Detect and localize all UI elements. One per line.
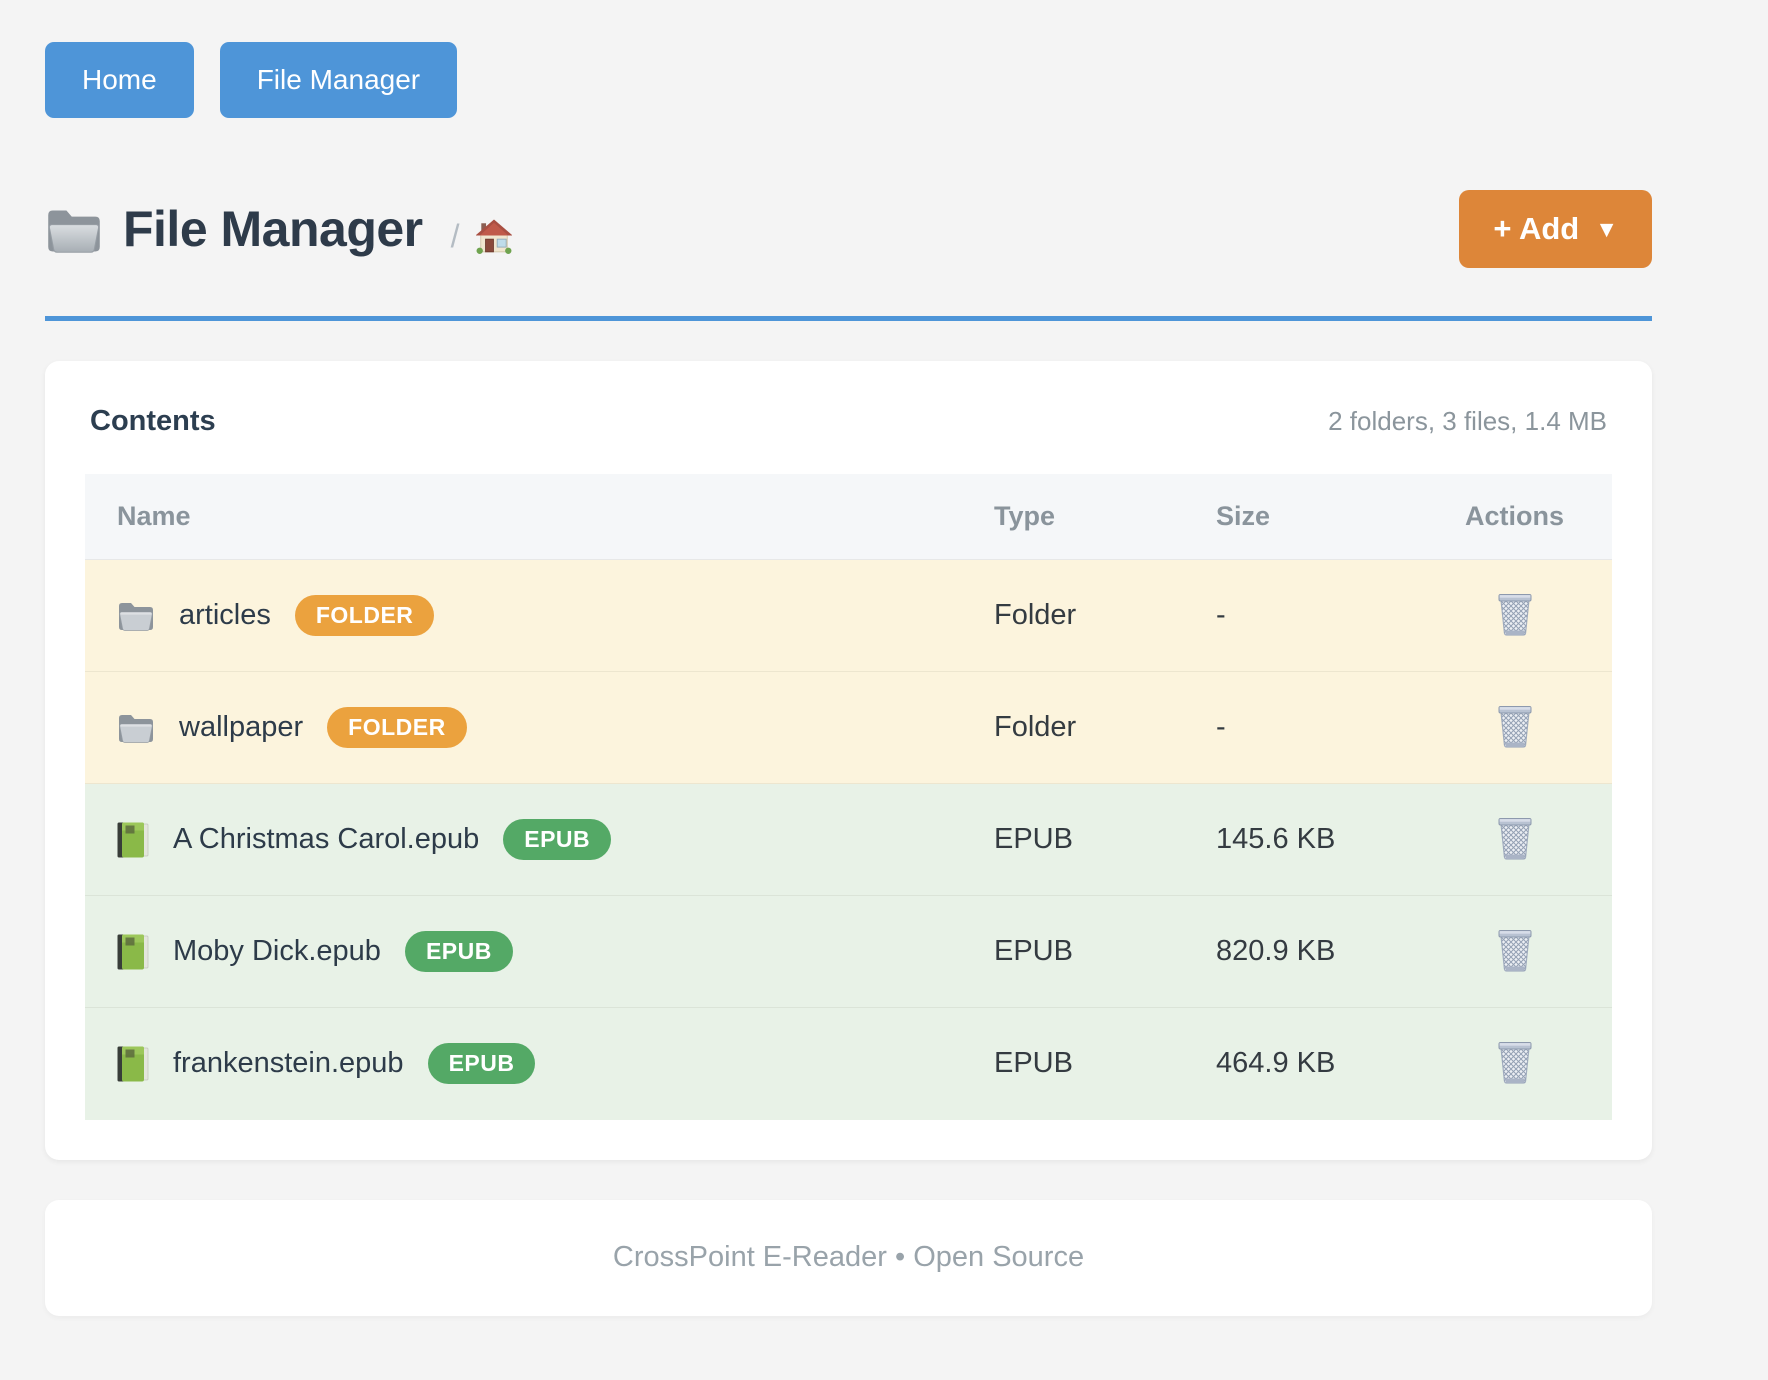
breadcrumb-separator: /	[451, 218, 460, 255]
top-nav: Home File Manager	[45, 42, 1652, 118]
column-header-size: Size	[1184, 474, 1417, 560]
type-cell: EPUB	[962, 784, 1184, 896]
contents-heading: Contents	[90, 405, 216, 438]
add-button[interactable]: + Add ▼	[1459, 190, 1652, 268]
header-divider	[45, 316, 1652, 321]
folder-icon	[117, 712, 155, 743]
file-table-head: Name Type Size Actions	[85, 474, 1612, 560]
size-cell: 464.9 KB	[1184, 1008, 1417, 1120]
contents-card: Contents 2 folders, 3 files, 1.4 MB Name…	[45, 361, 1652, 1160]
green-book-icon	[117, 1045, 149, 1083]
type-badge: EPUB	[405, 931, 513, 972]
green-book-icon	[117, 933, 149, 971]
add-button-label: + Add	[1493, 211, 1579, 247]
table-row: articles FOLDER Folder -	[85, 560, 1612, 672]
column-header-actions: Actions	[1417, 474, 1612, 560]
breadcrumb: /	[451, 218, 512, 255]
green-book-icon	[117, 821, 149, 859]
table-row: frankenstein.epub EPUB EPUB 464.9 KB	[85, 1008, 1612, 1120]
name-cell: A Christmas Carol.epub EPUB	[85, 784, 962, 896]
page-title: File Manager	[123, 200, 423, 258]
trash-icon	[1496, 1039, 1534, 1084]
file-table: Name Type Size Actions	[85, 474, 1612, 1120]
name-cell: Moby Dick.epub EPUB	[85, 896, 962, 1008]
size-cell: 820.9 KB	[1184, 896, 1417, 1008]
actions-cell	[1417, 1008, 1612, 1120]
contents-table-body: articles FOLDER Folder -	[85, 560, 1612, 1120]
table-row: wallpaper FOLDER Folder -	[85, 672, 1612, 784]
footer: CrossPoint E-Reader • Open Source	[45, 1200, 1652, 1316]
page-header: File Manager / + Add ▼	[45, 190, 1652, 268]
nav-file-manager-button[interactable]: File Manager	[220, 42, 457, 118]
file-name[interactable]: wallpaper	[179, 711, 303, 744]
file-name[interactable]: articles	[179, 599, 271, 632]
delete-button[interactable]	[1492, 587, 1538, 640]
delete-button[interactable]	[1492, 811, 1538, 864]
actions-cell	[1417, 784, 1612, 896]
file-name[interactable]: frankenstein.epub	[173, 1047, 404, 1080]
actions-cell	[1417, 560, 1612, 672]
actions-cell	[1417, 672, 1612, 784]
type-badge: EPUB	[428, 1043, 536, 1084]
footer-text: CrossPoint E-Reader • Open Source	[613, 1241, 1084, 1274]
file-name[interactable]: Moby Dick.epub	[173, 935, 381, 968]
home-icon[interactable]	[476, 219, 512, 254]
type-badge: EPUB	[503, 819, 611, 860]
actions-cell	[1417, 896, 1612, 1008]
type-badge: FOLDER	[295, 595, 435, 636]
size-cell: 145.6 KB	[1184, 784, 1417, 896]
page-container: Home File Manager File Manager /	[45, 0, 1652, 1316]
folder-icon	[117, 600, 155, 631]
file-name[interactable]: A Christmas Carol.epub	[173, 823, 479, 856]
type-cell: Folder	[962, 560, 1184, 672]
delete-button[interactable]	[1492, 923, 1538, 976]
size-cell: -	[1184, 560, 1417, 672]
chevron-down-icon: ▼	[1595, 216, 1618, 243]
trash-icon	[1496, 927, 1534, 972]
column-header-name: Name	[85, 474, 962, 560]
trash-icon	[1496, 815, 1534, 860]
size-cell: -	[1184, 672, 1417, 784]
table-row: Moby Dick.epub EPUB EPUB 820.9 KB	[85, 896, 1612, 1008]
contents-summary: 2 folders, 3 files, 1.4 MB	[1328, 406, 1607, 437]
column-header-type: Type	[962, 474, 1184, 560]
trash-icon	[1496, 703, 1534, 748]
delete-button[interactable]	[1492, 699, 1538, 752]
name-cell: frankenstein.epub EPUB	[85, 1008, 962, 1120]
type-cell: EPUB	[962, 896, 1184, 1008]
type-badge: FOLDER	[327, 707, 467, 748]
contents-card-header: Contents 2 folders, 3 files, 1.4 MB	[85, 405, 1612, 438]
name-cell: wallpaper FOLDER	[85, 672, 962, 784]
folder-icon	[45, 206, 103, 253]
trash-icon	[1496, 591, 1534, 636]
name-cell: articles FOLDER	[85, 560, 962, 672]
type-cell: Folder	[962, 672, 1184, 784]
table-row: A Christmas Carol.epub EPUB EPUB 145.6 K…	[85, 784, 1612, 896]
delete-button[interactable]	[1492, 1035, 1538, 1088]
nav-home-button[interactable]: Home	[45, 42, 194, 118]
type-cell: EPUB	[962, 1008, 1184, 1120]
